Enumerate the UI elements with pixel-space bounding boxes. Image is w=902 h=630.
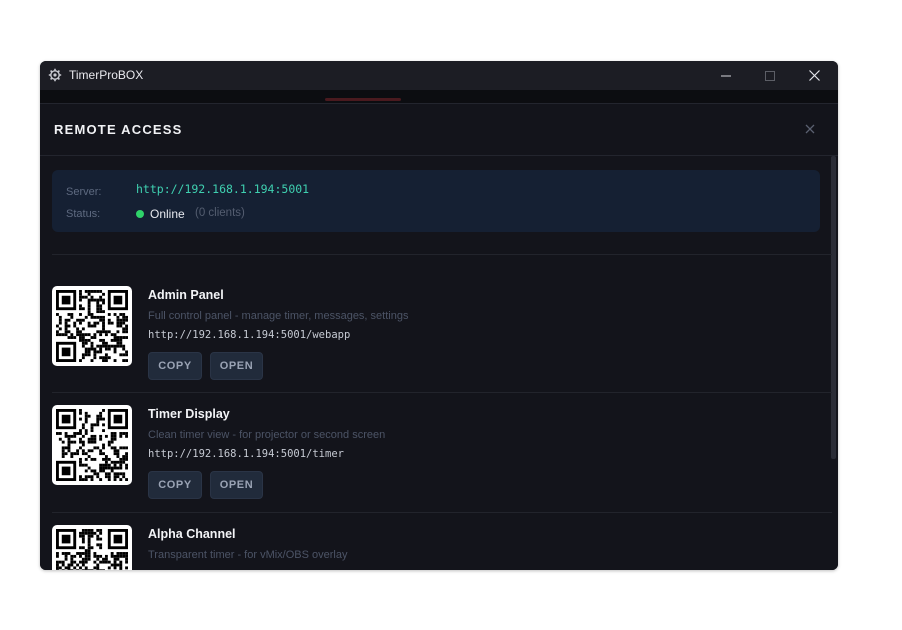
client-count: (0 clients) bbox=[195, 207, 245, 219]
status-label: Status: bbox=[66, 208, 101, 220]
entry-description: Clean timer view - for projector or seco… bbox=[148, 429, 386, 441]
remote-access-modal: REMOTE ACCESS Server: http://192.168.1.1… bbox=[40, 103, 838, 570]
minimize-button[interactable] bbox=[703, 61, 748, 90]
qr-code-icon bbox=[52, 286, 132, 366]
accent-strip bbox=[325, 98, 401, 101]
open-button[interactable]: OPEN bbox=[210, 471, 263, 499]
app-background-strip bbox=[40, 90, 838, 104]
maximize-icon bbox=[764, 70, 775, 81]
entry-title: Alpha Channel bbox=[148, 527, 236, 541]
timer-display-entry: Timer Display Clean timer view - for pro… bbox=[52, 405, 832, 523]
copy-button[interactable]: COPY bbox=[148, 471, 202, 499]
divider bbox=[52, 254, 832, 255]
entry-url: http://192.168.1.194:5001/timer bbox=[148, 448, 344, 460]
minimize-icon bbox=[720, 71, 731, 81]
maximize-button[interactable] bbox=[747, 61, 792, 90]
status-value: Online bbox=[150, 207, 185, 221]
app-window: TimerProBOX REMOTE ACCESS Server: http:/… bbox=[40, 61, 838, 570]
close-icon bbox=[809, 70, 820, 81]
entry-title: Timer Display bbox=[148, 407, 230, 421]
entry-description: Transparent timer - for vMix/OBS overlay bbox=[148, 549, 348, 561]
modal-content: Server: http://192.168.1.194:5001 Status… bbox=[40, 104, 838, 570]
alpha-channel-entry: Alpha Channel Transparent timer - for vM… bbox=[52, 525, 832, 570]
entry-description: Full control panel - manage timer, messa… bbox=[148, 310, 409, 322]
title-bar[interactable]: TimerProBOX bbox=[40, 61, 838, 90]
entry-url: http://192.168.1.194:5001/webapp bbox=[148, 329, 351, 341]
qr-code-icon bbox=[52, 405, 132, 485]
copy-button[interactable]: COPY bbox=[148, 352, 202, 380]
gear-icon bbox=[48, 68, 62, 82]
window-close-button[interactable] bbox=[792, 61, 837, 90]
server-label: Server: bbox=[66, 186, 102, 198]
entry-title: Admin Panel bbox=[148, 288, 224, 302]
qr-code-icon bbox=[52, 525, 132, 570]
server-url: http://192.168.1.194:5001 bbox=[136, 182, 310, 196]
open-button[interactable]: OPEN bbox=[210, 352, 263, 380]
server-info-panel: Server: http://192.168.1.194:5001 Status… bbox=[52, 170, 820, 232]
divider bbox=[52, 392, 832, 393]
admin-panel-entry: Admin Panel Full control panel - manage … bbox=[52, 286, 832, 404]
divider bbox=[52, 512, 832, 513]
window-title: TimerProBOX bbox=[69, 68, 144, 82]
online-status-dot bbox=[136, 210, 144, 218]
